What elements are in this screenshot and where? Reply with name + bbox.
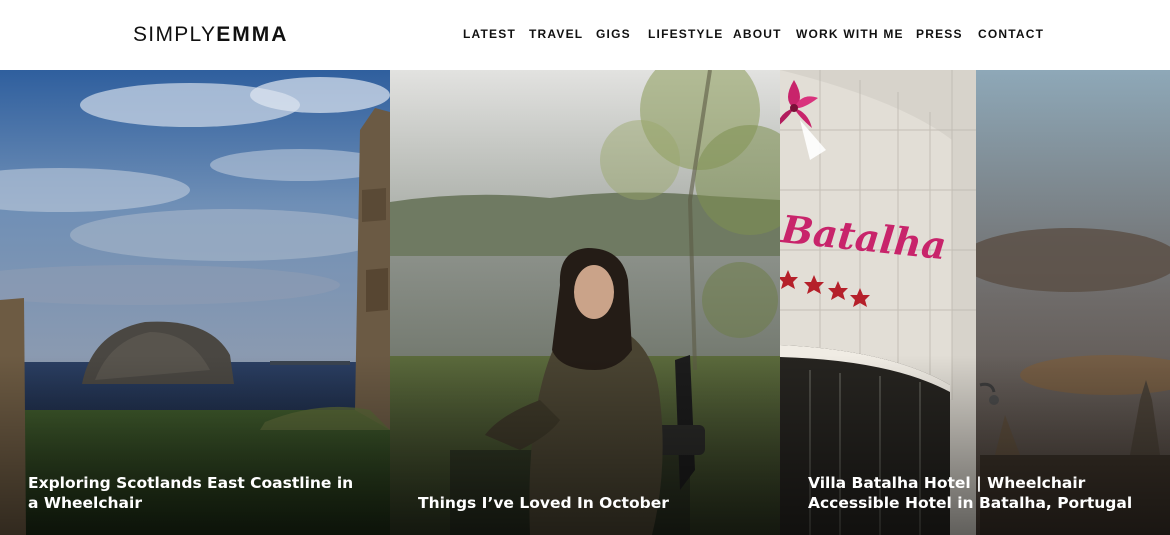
featured-posts-grid: Exploring Scotlands East Coastline in a … [0, 70, 1170, 535]
post-title[interactable]: Things I’ve Loved In October [418, 493, 752, 513]
nav-item-press[interactable]: PRESS [916, 26, 963, 42]
nav-item-gigs[interactable]: GIGS [596, 26, 631, 42]
post-card-scotland[interactable]: Exploring Scotlands East Coastline in a … [0, 70, 390, 535]
nav-item-travel[interactable]: TRAVEL [529, 26, 583, 42]
main-nav: LATEST TRAVEL GIGS LIFESTYLE ABOUT WORK … [0, 26, 1170, 44]
nav-item-latest[interactable]: LATEST [463, 26, 516, 42]
nav-item-about[interactable]: ABOUT [733, 26, 782, 42]
nav-item-lifestyle[interactable]: LIFESTYLE [648, 26, 723, 42]
post-title[interactable]: Exploring Scotlands East Coastline in a … [28, 473, 362, 513]
post-card-villa-batalha[interactable]: Batalha Villa Batalha Hotel | Wheelchair… [780, 70, 1170, 535]
nav-item-work-with-me[interactable]: WORK WITH ME [796, 26, 904, 42]
post-card-october[interactable]: Things I’ve Loved In October [390, 70, 780, 535]
site-header: SIMPLYEMMA LATEST TRAVEL GIGS LIFESTYLE … [0, 0, 1170, 70]
nav-item-contact[interactable]: CONTACT [978, 26, 1044, 42]
post-title[interactable]: Villa Batalha Hotel | Wheelchair Accessi… [808, 473, 1142, 513]
